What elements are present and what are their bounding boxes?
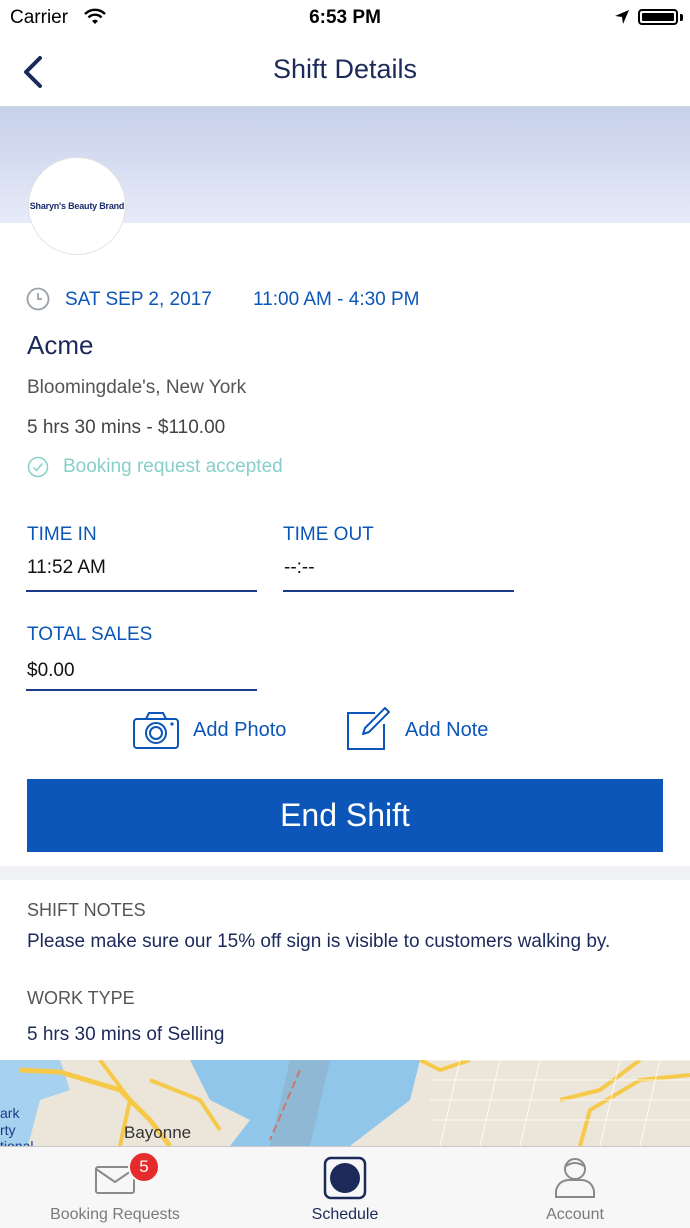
status-bar: Carrier 6:53 PM xyxy=(0,0,690,36)
battery-tip xyxy=(680,14,683,21)
clock-time: 6:53 PM xyxy=(309,7,381,28)
schedule-icon xyxy=(323,1156,367,1200)
map-edge-label: rty xyxy=(0,1122,16,1138)
shift-date: SAT SEP 2, 2017 xyxy=(65,289,212,310)
map-edge-label: tional xyxy=(0,1138,34,1146)
battery-icon xyxy=(638,9,678,25)
clock-icon xyxy=(26,287,50,311)
notification-badge: 5 xyxy=(128,1151,160,1183)
end-shift-button[interactable]: End Shift xyxy=(27,779,663,852)
page-title: Shift Details xyxy=(272,54,418,84)
work-type-text: 5 hrs 30 mins of Selling xyxy=(27,1024,225,1045)
work-type-label: WORK TYPE xyxy=(27,988,135,1008)
location-map[interactable]: Bayonne ark rty tional xyxy=(0,1060,690,1146)
company-name: Acme xyxy=(27,330,94,360)
location-arrow-icon xyxy=(615,10,629,24)
total-sales-underline xyxy=(26,689,257,691)
navigation-bar: Shift Details xyxy=(0,36,690,107)
add-note-button[interactable]: Add Note xyxy=(345,706,495,752)
shift-location: Bloomingdale's, New York xyxy=(27,377,247,398)
time-in-field[interactable]: 11:52 AM xyxy=(27,557,256,591)
shift-notes-label: SHIFT NOTES xyxy=(27,900,146,920)
booking-status: Booking request accepted xyxy=(63,456,283,477)
tab-label: Booking Requests xyxy=(50,1206,180,1223)
brand-logo-text: Sharyn's Beauty Brand xyxy=(29,201,125,211)
total-sales-field[interactable]: $0.00 xyxy=(27,660,256,690)
time-out-label: TIME OUT xyxy=(283,524,374,545)
shift-hours: 11:00 AM - 4:30 PM xyxy=(253,289,420,310)
tab-label: Schedule xyxy=(311,1206,379,1223)
add-note-label: Add Note xyxy=(405,719,489,741)
total-sales-label: TOTAL SALES xyxy=(27,624,153,645)
edit-note-icon xyxy=(347,707,390,750)
add-photo-button[interactable]: Add Photo xyxy=(132,708,292,752)
tab-schedule[interactable]: Schedule xyxy=(230,1147,460,1228)
check-circle-icon xyxy=(27,456,49,478)
tab-booking-requests[interactable]: 5 Booking Requests xyxy=(0,1147,230,1228)
brand-logo: Sharyn's Beauty Brand xyxy=(28,157,126,255)
time-in-underline xyxy=(26,590,257,592)
time-out-underline xyxy=(283,590,514,592)
time-out-field[interactable]: --:-- xyxy=(284,557,513,591)
tab-account[interactable]: Account xyxy=(460,1147,690,1228)
tab-label: Account xyxy=(546,1206,604,1223)
map-place-label: Bayonne xyxy=(124,1123,192,1142)
camera-icon xyxy=(133,712,179,749)
shift-duration-pay: 5 hrs 30 mins - $110.00 xyxy=(27,417,226,438)
map-graphic xyxy=(0,1060,690,1146)
section-divider xyxy=(0,866,690,880)
person-icon xyxy=(555,1158,595,1198)
tab-bar: 5 Booking Requests Schedule Account xyxy=(0,1146,690,1228)
add-photo-label: Add Photo xyxy=(193,719,287,741)
shift-notes-text: Please make sure our 15% off sign is vis… xyxy=(27,931,611,952)
map-edge-label: ark xyxy=(0,1105,20,1121)
time-in-label: TIME IN xyxy=(27,524,97,545)
